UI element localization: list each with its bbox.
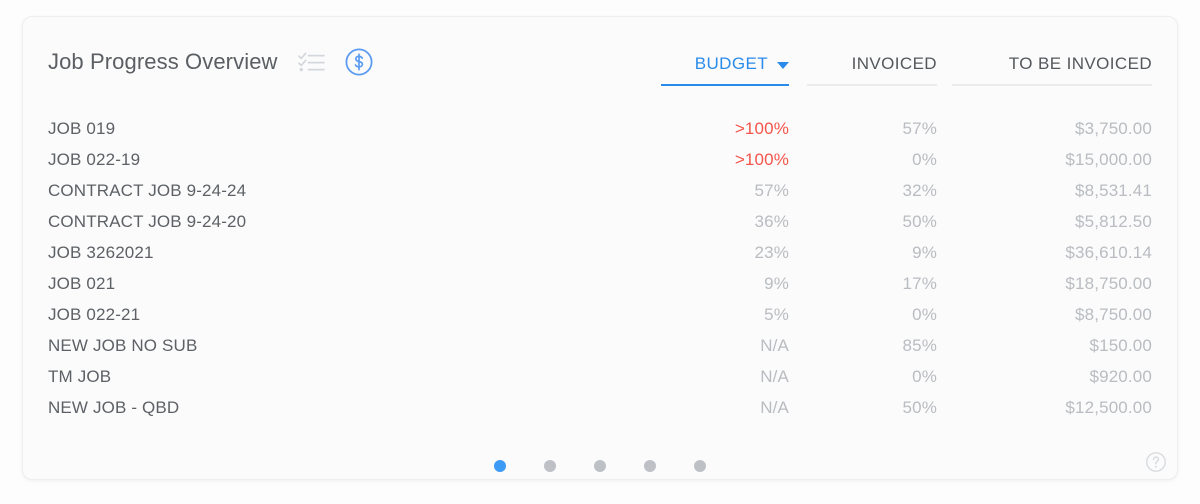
invoiced-value: 50% [902, 211, 937, 231]
budget-value: 57% [754, 180, 789, 200]
pagination-dot-active[interactable] [494, 460, 506, 472]
to-be-invoiced-value: $150.00 [1089, 335, 1152, 355]
to-be-invoiced-value: $8,531.41 [1075, 180, 1152, 200]
invoiced-value: 0% [912, 304, 937, 324]
pagination-dots[interactable] [23, 460, 1177, 472]
card-header: Job Progress Overview BUDGET INVOICED TO… [23, 17, 1177, 97]
dollar-circle-icon[interactable] [344, 47, 374, 77]
column-header-to-be-invoiced-label: TO BE INVOICED [1008, 54, 1152, 73]
job-name: NEW JOB - QBD [48, 397, 180, 417]
table-row[interactable]: JOB 019 >100% 57% $3,750.00 [48, 113, 1152, 144]
job-name: JOB 022-19 [48, 149, 141, 169]
page-background: Job Progress Overview BUDGET INVOICED TO… [0, 0, 1200, 504]
to-be-invoiced-value: $12,500.00 [1065, 397, 1152, 417]
job-name: JOB 019 [48, 118, 116, 138]
budget-value: 23% [754, 242, 789, 262]
job-name: TM JOB [48, 366, 112, 386]
invoiced-value: 17% [902, 273, 937, 293]
job-name: JOB 022-21 [48, 304, 141, 324]
table-row[interactable]: CONTRACT JOB 9-24-20 36% 50% $5,812.50 [48, 206, 1152, 237]
table-row[interactable]: CONTRACT JOB 9-24-24 57% 32% $8,531.41 [48, 175, 1152, 206]
table-row[interactable]: JOB 022-19 >100% 0% $15,000.00 [48, 144, 1152, 175]
invoiced-value: 9% [912, 242, 937, 262]
budget-value: 36% [754, 211, 789, 231]
budget-value: >100% [734, 118, 789, 138]
job-name: JOB 021 [48, 273, 116, 293]
column-header-budget[interactable]: BUDGET [661, 53, 789, 86]
invoiced-value: 57% [902, 118, 937, 138]
to-be-invoiced-value: $36,610.14 [1065, 242, 1152, 262]
to-be-invoiced-value: $18,750.00 [1065, 273, 1152, 293]
table-row[interactable]: JOB 021 9% 17% $18,750.00 [48, 268, 1152, 299]
job-name: JOB 3262021 [48, 242, 154, 262]
page-title: Job Progress Overview [48, 49, 278, 74]
help-circle-icon[interactable] [1145, 451, 1167, 473]
invoiced-value: 0% [912, 149, 937, 169]
title-group: Job Progress Overview [48, 47, 374, 77]
invoiced-value: 85% [902, 335, 937, 355]
job-name: CONTRACT JOB 9-24-20 [48, 211, 247, 231]
column-header-budget-label: BUDGET [694, 54, 768, 73]
job-progress-card: Job Progress Overview BUDGET INVOICED TO… [22, 16, 1178, 480]
table-row[interactable]: NEW JOB NO SUB N/A 85% $150.00 [48, 330, 1152, 361]
to-be-invoiced-value: $920.00 [1089, 366, 1152, 386]
to-be-invoiced-value: $5,812.50 [1075, 211, 1152, 231]
pagination-dot[interactable] [594, 460, 606, 472]
table-row[interactable]: JOB 022-21 5% 0% $8,750.00 [48, 299, 1152, 330]
budget-value: N/A [760, 335, 789, 355]
table-row[interactable]: NEW JOB - QBD N/A 50% $12,500.00 [48, 392, 1152, 423]
pagination-dot[interactable] [644, 460, 656, 472]
invoiced-value: 50% [902, 397, 937, 417]
to-be-invoiced-value: $8,750.00 [1075, 304, 1152, 324]
invoiced-value: 32% [902, 180, 937, 200]
budget-value: 5% [764, 304, 789, 324]
job-list: JOB 019 >100% 57% $3,750.00 JOB 022-19 >100% 0… [48, 113, 1152, 423]
pagination-dot[interactable] [694, 460, 706, 472]
job-name: CONTRACT JOB 9-24-24 [48, 180, 247, 200]
budget-value: >100% [734, 149, 789, 169]
to-be-invoiced-value: $3,750.00 [1075, 118, 1152, 138]
chevron-down-icon[interactable] [777, 61, 789, 69]
budget-value: N/A [760, 397, 789, 417]
budget-value: 9% [764, 273, 789, 293]
table-row[interactable]: TM JOB N/A 0% $920.00 [48, 361, 1152, 392]
pagination-dot[interactable] [544, 460, 556, 472]
budget-value: N/A [760, 366, 789, 386]
column-header-to-be-invoiced[interactable]: TO BE INVOICED [952, 53, 1152, 86]
invoiced-value: 0% [912, 366, 937, 386]
checklist-icon[interactable] [297, 51, 326, 73]
job-name: NEW JOB NO SUB [48, 335, 198, 355]
table-row[interactable]: JOB 3262021 23% 9% $36,610.14 [48, 237, 1152, 268]
column-header-invoiced[interactable]: INVOICED [807, 53, 937, 86]
to-be-invoiced-value: $15,000.00 [1065, 149, 1152, 169]
column-header-invoiced-label: INVOICED [851, 54, 937, 73]
column-headers: BUDGET INVOICED TO BE INVOICED [661, 53, 1152, 86]
